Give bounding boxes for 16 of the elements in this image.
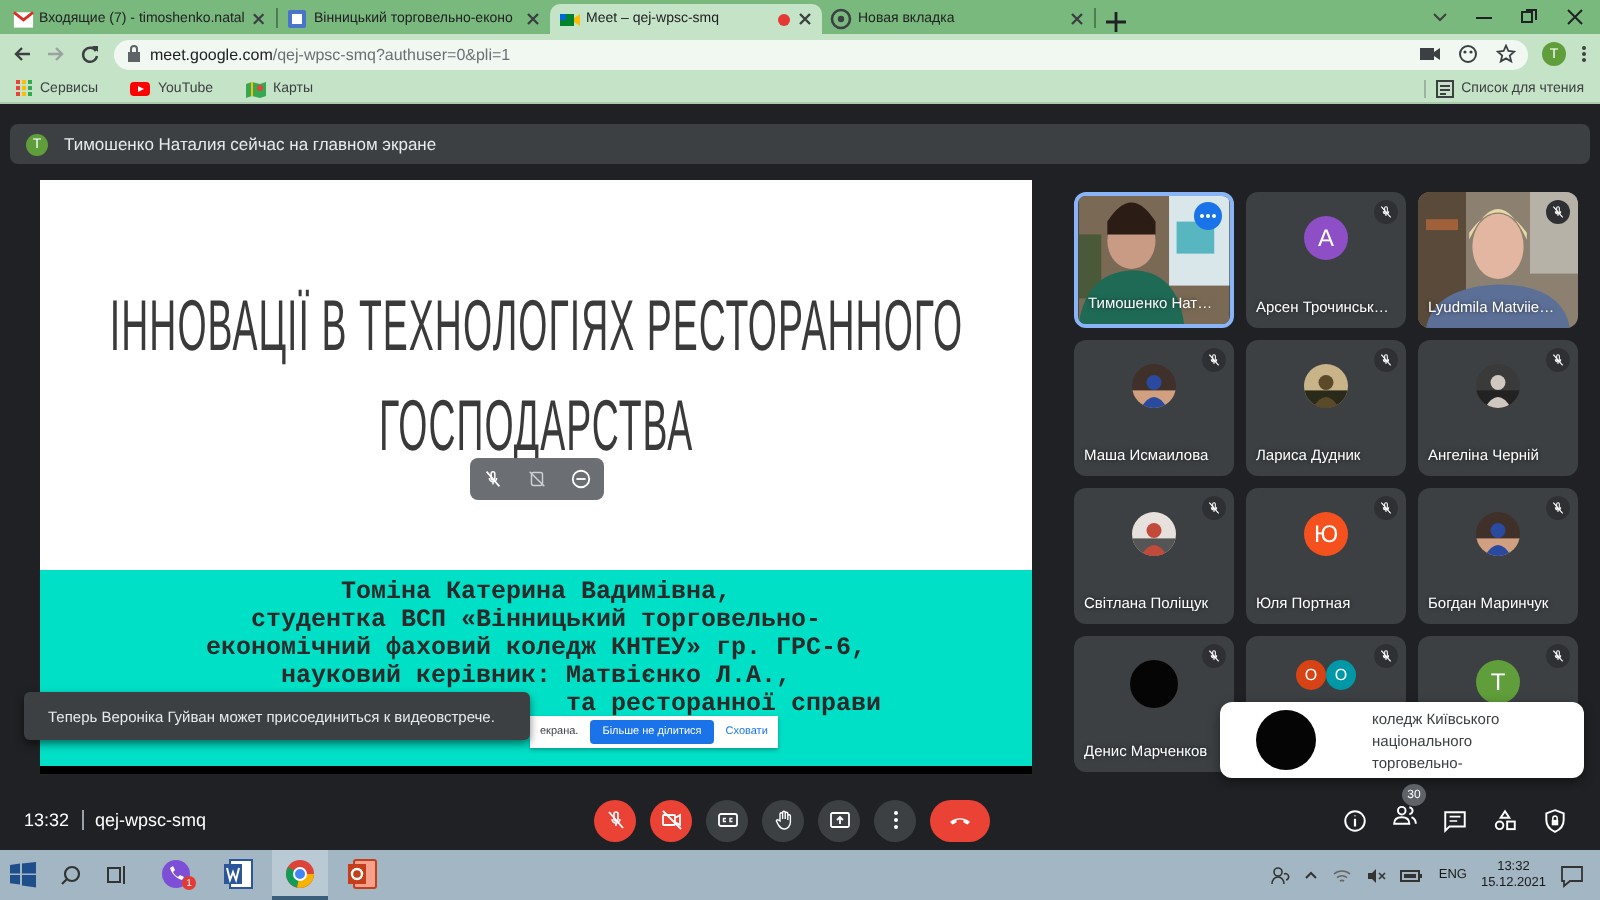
slide-text: Томіна Катерина Вадимівна, (340, 578, 732, 606)
slide-text: науковий керівник: Матвієнко Л.А., (280, 662, 792, 690)
slide-text: студентка ВСП «Вінницький торговельно- (250, 606, 822, 634)
banner-text: Тимошенко Наталия сейчас на главном экране (64, 134, 437, 154)
slide-title: ГОСПОДАРСТВА (378, 384, 694, 468)
avatar: T (1476, 660, 1520, 704)
url-text: meet.google.com/qej-wpsc-smq?authuser=0&pli=1 (150, 45, 511, 63)
slide-text: економічний фаховий коледж КНТЕУ» гр. ГРС-6, (205, 634, 867, 662)
meeting-code: qej-wpsc-smq (95, 810, 207, 830)
avatar: Ю (1304, 512, 1348, 556)
slide-text: та ресторанної справи (566, 690, 882, 718)
avatar: О (1296, 660, 1326, 690)
slide-title: ІННОВАЦІЇ В ТЕХНОЛОГІЯХ РЕСТОРАННОГО (109, 284, 963, 368)
clock-time: 13:32 (24, 810, 70, 830)
avatar: А (1304, 216, 1348, 260)
avatar: О (1326, 660, 1356, 690)
